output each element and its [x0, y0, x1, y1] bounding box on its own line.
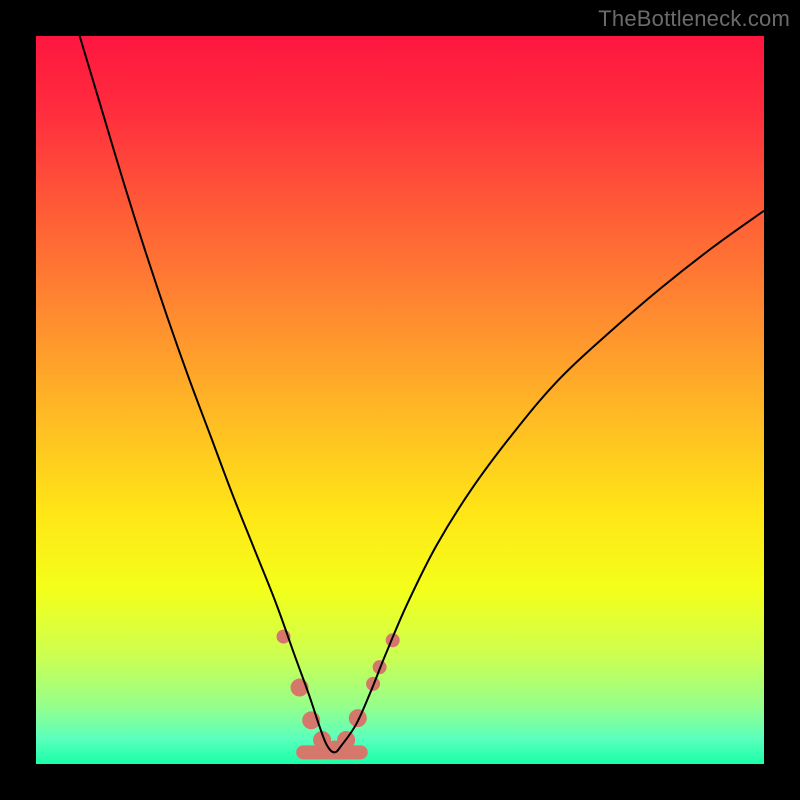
chart-canvas: [36, 36, 764, 764]
watermark-text: TheBottleneck.com: [598, 6, 790, 32]
data-marker: [349, 709, 367, 727]
plot-area: [36, 36, 764, 764]
outer-frame: TheBottleneck.com: [0, 0, 800, 800]
gradient-background: [36, 36, 764, 764]
